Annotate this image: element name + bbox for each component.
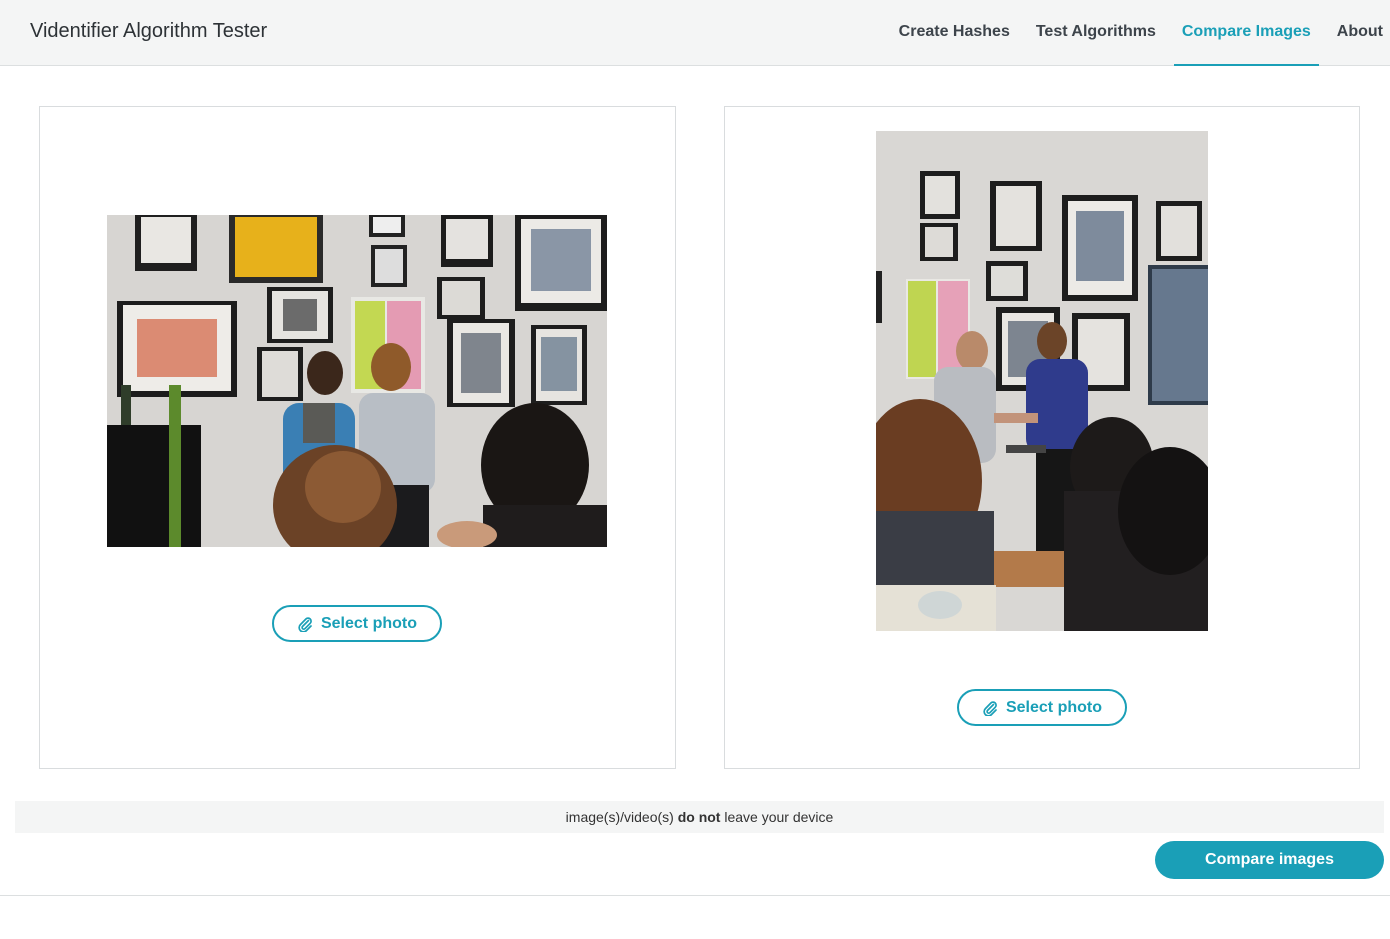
app-title[interactable]: Videntifier Algorithm Tester [30,20,267,43]
notice-prefix: image(s)/video(s) [565,809,674,825]
nav-compare-images[interactable]: Compare Images [1173,0,1319,66]
right-select-photo-button[interactable]: Select photo [957,689,1127,726]
right-photo [876,131,1208,631]
left-image-panel: Select photo [39,106,676,769]
nav-test-algorithms[interactable]: Test Algorithms [1028,0,1164,66]
nav-create-hashes[interactable]: Create Hashes [891,0,1018,66]
paperclip-icon [298,616,312,632]
main-nav: Create Hashes Test Algorithms Compare Im… [881,0,1390,66]
right-image-panel: Select photo [724,106,1360,769]
left-select-photo-button[interactable]: Select photo [272,605,442,642]
right-select-photo-label: Select photo [1005,698,1102,716]
compare-images-button[interactable]: Compare images [1155,841,1384,879]
paperclip-icon [983,700,997,716]
left-select-photo-label: Select photo [320,614,417,632]
top-navbar: Videntifier Algorithm Tester Create Hash… [0,0,1390,66]
nav-about[interactable]: About [1329,0,1390,66]
left-photo [107,215,607,547]
footer-divider [0,895,1390,896]
notice-emphasis: do not [677,809,721,825]
privacy-notice: image(s)/video(s) do not leave your devi… [15,801,1384,833]
notice-suffix: leave your device [724,809,834,825]
